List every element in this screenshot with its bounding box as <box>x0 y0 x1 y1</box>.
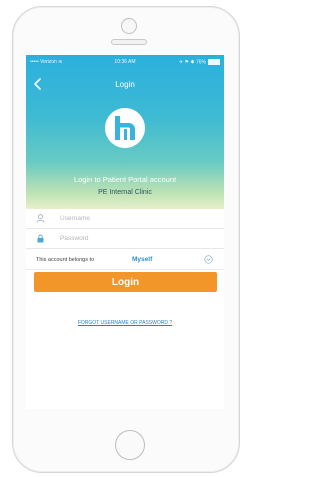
speaker-grille <box>111 39 147 45</box>
chevron-down-icon[interactable] <box>204 255 213 264</box>
status-bar: ••••• Verizon ≋ 10:36 AM ✈ ⚑ ✱ 76% <box>26 55 224 69</box>
username-field[interactable] <box>60 212 210 225</box>
app-screen: ••••• Verizon ≋ 10:36 AM ✈ ⚑ ✱ 76% Login… <box>26 55 224 409</box>
status-right: ✈ ⚑ ✱ 76% <box>179 59 220 65</box>
password-row[interactable] <box>26 229 224 249</box>
username-row[interactable] <box>26 209 224 229</box>
status-battery-text: ✈ ⚑ ✱ 76% <box>178 59 206 66</box>
hero-heading: Login to Patient Portal account <box>73 175 177 184</box>
page-title: Login <box>115 80 135 89</box>
battery-icon <box>208 59 220 65</box>
portal-logo-icon <box>105 108 145 148</box>
lock-icon <box>37 234 44 243</box>
password-field[interactable] <box>60 232 210 245</box>
forgot-credentials-link[interactable]: FORGOT USERNAME OR PASSWORD ? <box>26 320 224 326</box>
login-button[interactable]: Login <box>34 272 217 292</box>
user-icon <box>36 214 45 223</box>
home-button[interactable] <box>115 430 145 460</box>
account-owner-row[interactable]: This account belongs to Myself <box>26 251 224 270</box>
account-owner-label: This account belongs to <box>36 257 95 263</box>
clinic-name: PE Internal Clinic <box>98 189 152 196</box>
camera-dot <box>121 18 137 34</box>
account-owner-value[interactable]: Myself <box>132 256 152 263</box>
